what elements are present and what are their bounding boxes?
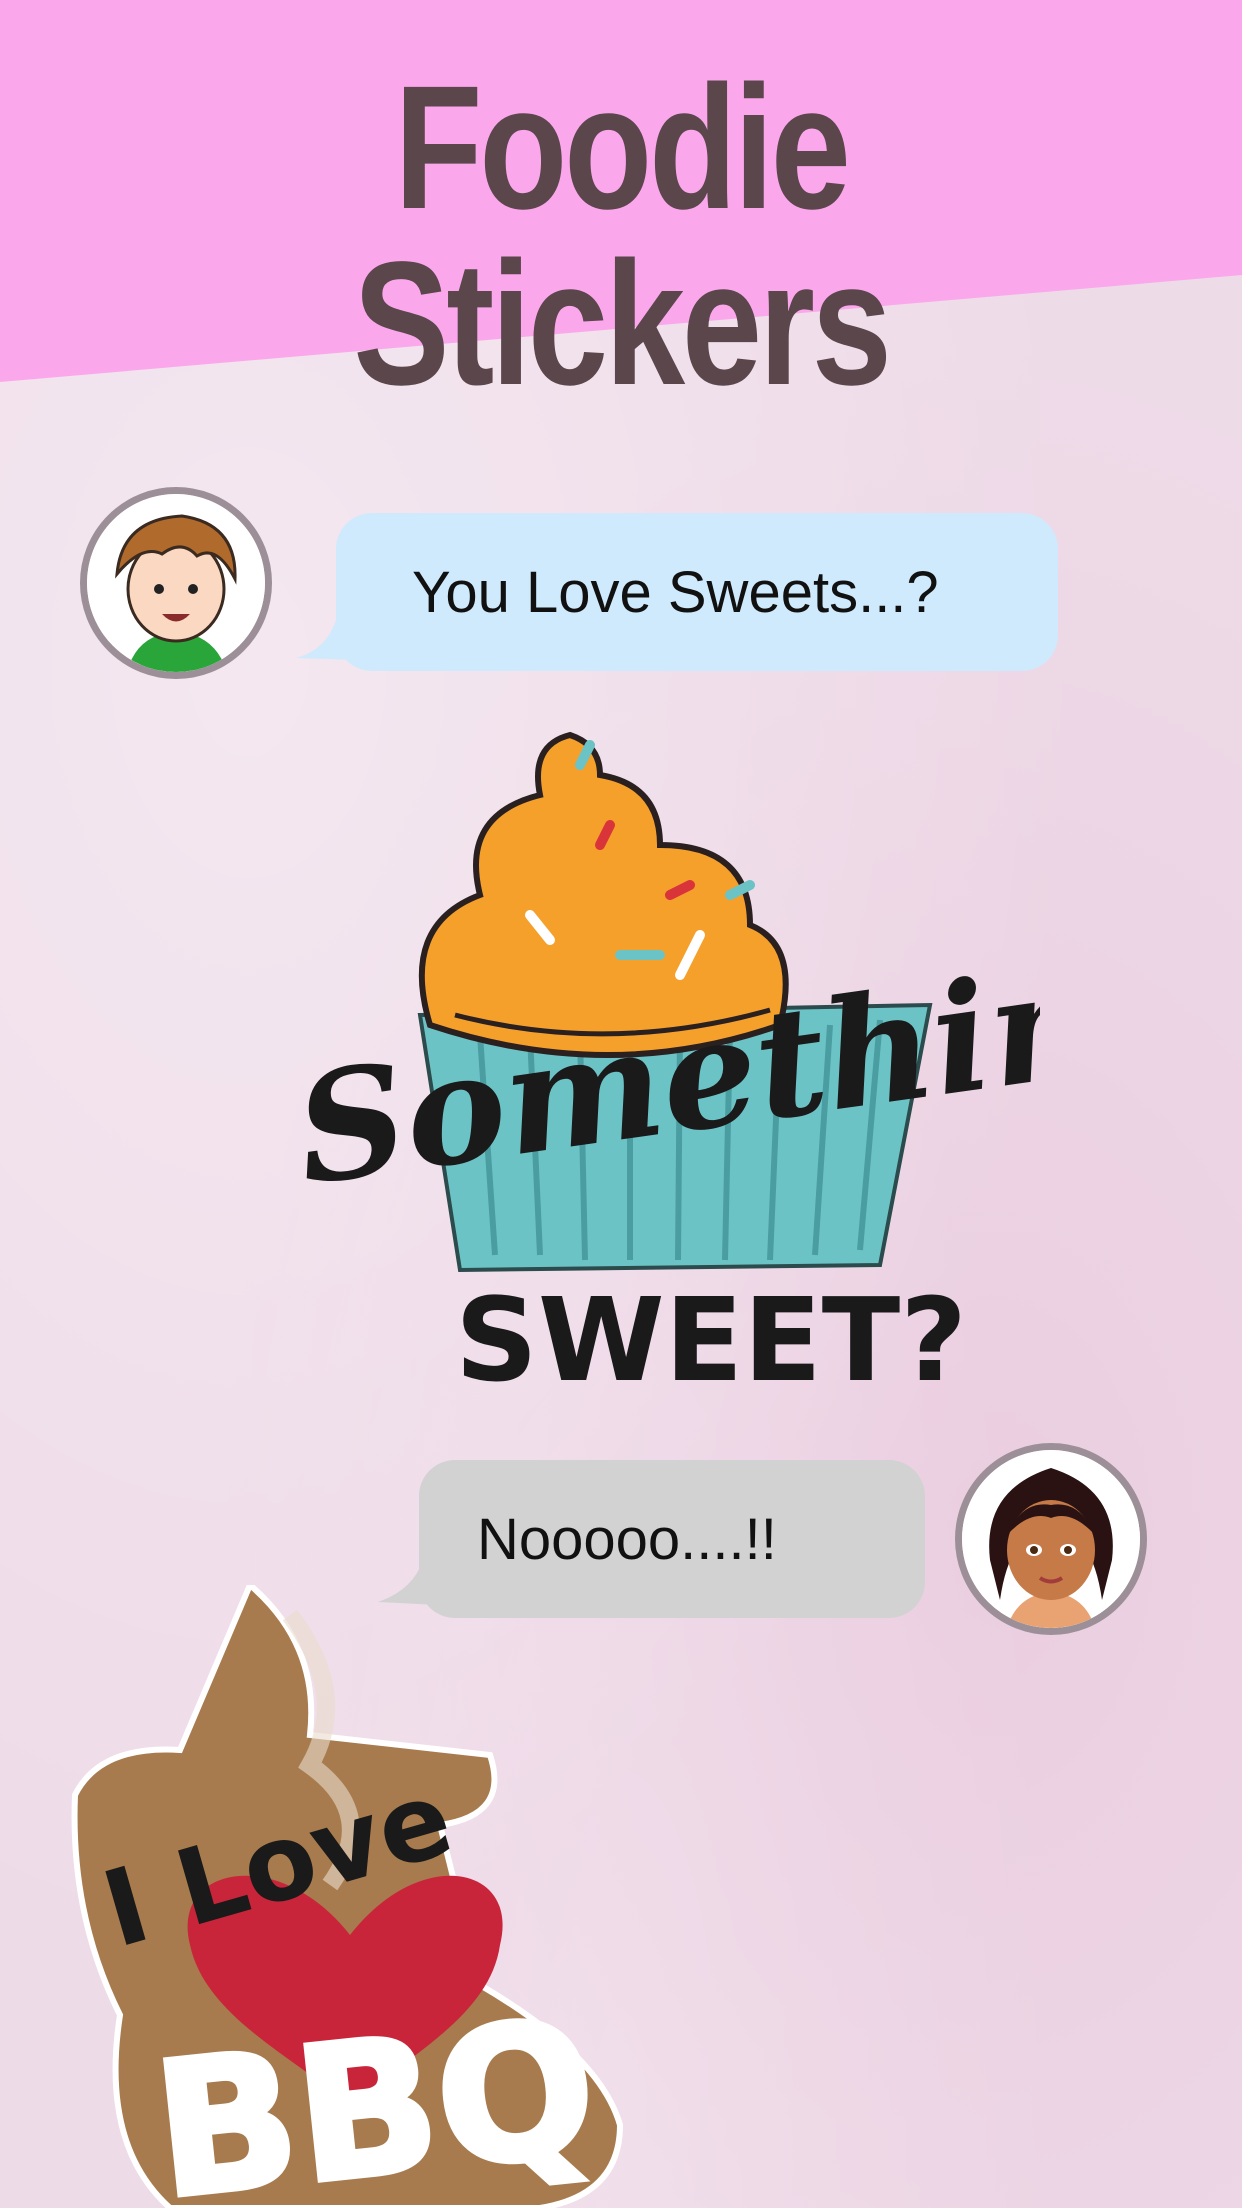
bbq-sticker[interactable]: I Love BBQ (60, 1585, 640, 2208)
page-title: Foodie Stickers (353, 50, 892, 422)
chat-message-1: You Love Sweets...? (412, 560, 939, 625)
girl-avatar-icon[interactable] (955, 1443, 1147, 1635)
chat-message-2: Nooooo....!! (477, 1507, 777, 1572)
boy-avatar-icon[interactable] (80, 487, 272, 679)
sticker-text-sweet: SWEET? (455, 1274, 967, 1408)
cupcake-sticker[interactable]: Something SWEET? (280, 725, 1040, 1455)
chat-bubble-incoming: You Love Sweets...? (336, 513, 1058, 671)
